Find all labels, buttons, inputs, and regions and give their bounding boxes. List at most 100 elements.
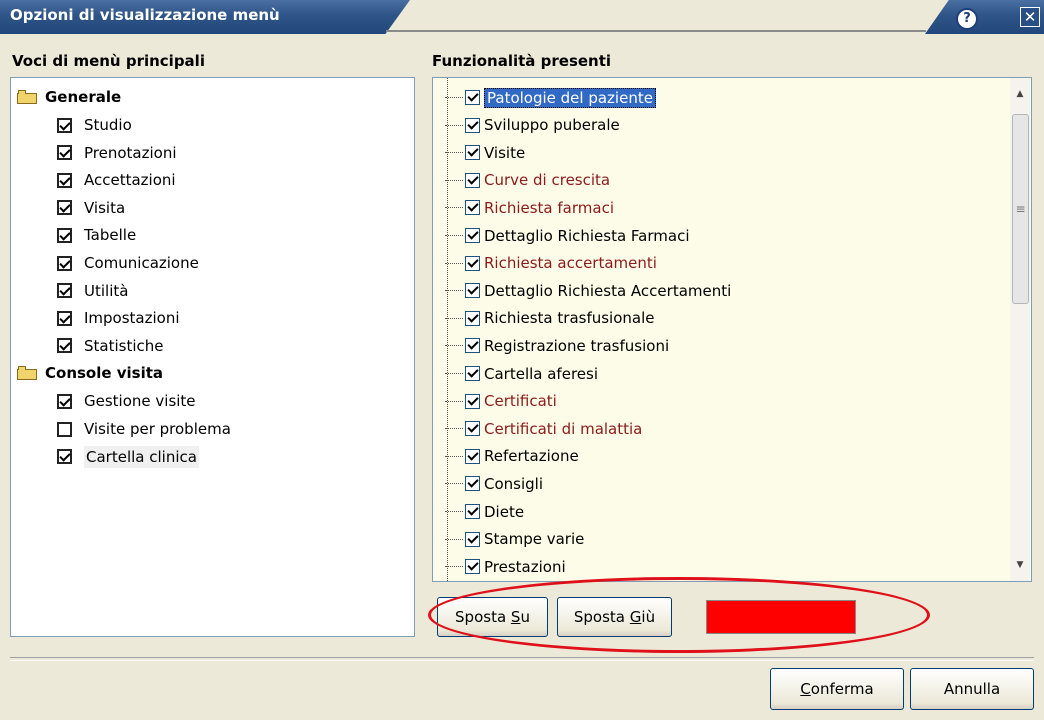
feature-checkbox[interactable]	[465, 200, 480, 216]
tree-item-label: Statistiche	[84, 336, 164, 355]
tree-item-checkbox[interactable]	[57, 255, 72, 271]
feature-item[interactable]: Registrazione trasfusioni	[445, 332, 669, 359]
tree-group[interactable]: Console visita	[17, 360, 163, 386]
tree-item-label: Accettazioni	[84, 171, 176, 190]
feature-item[interactable]: Diete	[445, 498, 524, 525]
feature-item[interactable]: Stampe varie	[445, 526, 584, 553]
feature-checkbox[interactable]	[465, 366, 480, 381]
tree-item-checkbox[interactable]	[57, 393, 72, 409]
feature-checkbox[interactable]	[465, 504, 480, 519]
close-icon[interactable]: ✕	[1020, 7, 1040, 27]
tree-item-checkbox[interactable]	[57, 200, 72, 216]
tree-connector	[445, 483, 463, 485]
tree-item-checkbox[interactable]	[57, 117, 72, 133]
tree-item-checkbox[interactable]	[57, 145, 72, 161]
feature-checkbox[interactable]	[465, 393, 480, 409]
feature-checkbox[interactable]	[465, 448, 480, 464]
title-bar-left: Opzioni di visualizzazione menù	[0, 0, 410, 34]
feature-checkbox[interactable]	[465, 145, 480, 161]
feature-checkbox[interactable]	[465, 172, 480, 188]
feature-item[interactable]: Richiesta trasfusionale	[445, 305, 655, 332]
help-icon[interactable]: ?	[956, 8, 978, 30]
scroll-down-arrow-icon[interactable]: ▼	[1010, 555, 1030, 575]
tree-item-label: Impostazioni	[84, 309, 180, 328]
feature-checkbox[interactable]	[465, 476, 480, 492]
tree-item[interactable]: Visite per problema	[57, 416, 231, 442]
feature-checkbox[interactable]	[465, 559, 480, 575]
tree-item-checkbox[interactable]	[57, 421, 72, 437]
title-bar-divider	[386, 30, 926, 32]
feature-checkbox[interactable]	[465, 255, 480, 271]
cancel-button[interactable]: Annulla	[910, 668, 1034, 710]
feature-label: Visite	[484, 143, 526, 162]
feature-item[interactable]: Certificati di malattia	[445, 415, 642, 442]
feature-checkbox[interactable]	[465, 338, 480, 354]
window-title: Opzioni di visualizzazione menù	[10, 6, 280, 24]
feature-item[interactable]: Curve di crescita	[445, 167, 610, 194]
confirm-accel: C	[800, 680, 811, 698]
tree-item[interactable]: Comunicazione	[57, 250, 199, 276]
tree-connector	[445, 373, 463, 374]
tree-item[interactable]: Gestione visite	[57, 388, 196, 414]
tree-item[interactable]: Utilità	[57, 278, 128, 304]
feature-checkbox[interactable]	[465, 228, 480, 243]
tree-connector	[445, 428, 463, 430]
tree-connector	[445, 511, 463, 512]
tree-item-checkbox[interactable]	[57, 172, 72, 188]
tree-connector	[445, 290, 463, 292]
feature-checkbox[interactable]	[465, 310, 480, 326]
feature-item[interactable]: Prestazioni	[445, 553, 566, 580]
tree-item-checkbox[interactable]	[57, 338, 72, 354]
tree-item[interactable]: Cartella clinica	[57, 444, 199, 470]
tree-item[interactable]: Tabelle	[57, 222, 136, 248]
feature-label: Sviluppo puberale	[484, 116, 620, 135]
features-list[interactable]: Patologie del paziente Sviluppo puberale V…	[432, 77, 1032, 582]
tree-item[interactable]: Visita	[57, 195, 125, 221]
feature-label: Patologie del paziente	[484, 87, 656, 108]
feature-item[interactable]: Visite	[445, 139, 525, 166]
feature-item[interactable]: Patologie del paziente	[445, 84, 656, 111]
tree-group-label: Generale	[45, 88, 122, 106]
tree-item-label: Comunicazione	[84, 254, 199, 272]
feature-item[interactable]: Dettaglio Richiesta Farmaci	[445, 222, 690, 249]
tree-group[interactable]: Generale	[17, 84, 121, 110]
tree-item-label: Tabelle	[84, 226, 137, 245]
tree-item-checkbox[interactable]	[57, 449, 72, 465]
scroll-up-arrow-icon[interactable]: ▲	[1010, 84, 1030, 104]
feature-checkbox[interactable]	[465, 283, 480, 299]
feature-item[interactable]: Dettaglio Richiesta Accertamenti	[445, 277, 731, 304]
feature-item[interactable]: Richiesta accertamenti	[445, 250, 657, 277]
scroll-thumb[interactable]: ≡	[1012, 114, 1029, 304]
left-panel-heading: Voci di menù principali	[12, 52, 205, 70]
tree-item-checkbox[interactable]	[57, 283, 72, 299]
feature-item[interactable]: Consigli	[445, 470, 543, 497]
tree-item-label: Gestione visite	[84, 392, 196, 411]
tree-connector	[445, 207, 463, 209]
tree-item-checkbox[interactable]	[57, 227, 72, 243]
tree-connector	[445, 345, 463, 347]
feature-checkbox[interactable]	[465, 90, 480, 105]
tree-item[interactable]: Impostazioni	[57, 305, 180, 331]
feature-checkbox[interactable]	[465, 117, 480, 133]
feature-label: Stampe varie	[484, 530, 585, 549]
feature-checkbox[interactable]	[465, 421, 480, 437]
tree-connector	[445, 97, 463, 98]
tree-item[interactable]: Studio	[57, 112, 132, 138]
tree-item-checkbox[interactable]	[57, 310, 72, 326]
tree-item[interactable]: Accettazioni	[57, 167, 176, 193]
feature-item[interactable]: Richiesta farmaci	[445, 194, 614, 221]
feature-label: Registrazione trasfusioni	[484, 336, 670, 355]
tree-item[interactable]: Statistiche	[57, 333, 164, 359]
separator	[10, 657, 1034, 661]
folder-icon	[17, 90, 37, 104]
feature-item[interactable]: Sviluppo puberale	[445, 112, 620, 139]
tree-item[interactable]: Prenotazioni	[57, 140, 177, 166]
main-menu-tree[interactable]: Generale Studio Prenotazioni Accettazioni Vi…	[10, 77, 415, 637]
features-scrollbar[interactable]: ▲ ≡ ▼	[1010, 78, 1030, 581]
feature-item[interactable]: Cartella aferesi	[445, 360, 598, 387]
feature-item[interactable]: Refertazione	[445, 443, 579, 470]
feature-label: Cartella aferesi	[484, 364, 598, 383]
feature-checkbox[interactable]	[465, 531, 480, 547]
confirm-button[interactable]: Conferma	[770, 668, 904, 710]
feature-item[interactable]: Certificati	[445, 388, 557, 415]
